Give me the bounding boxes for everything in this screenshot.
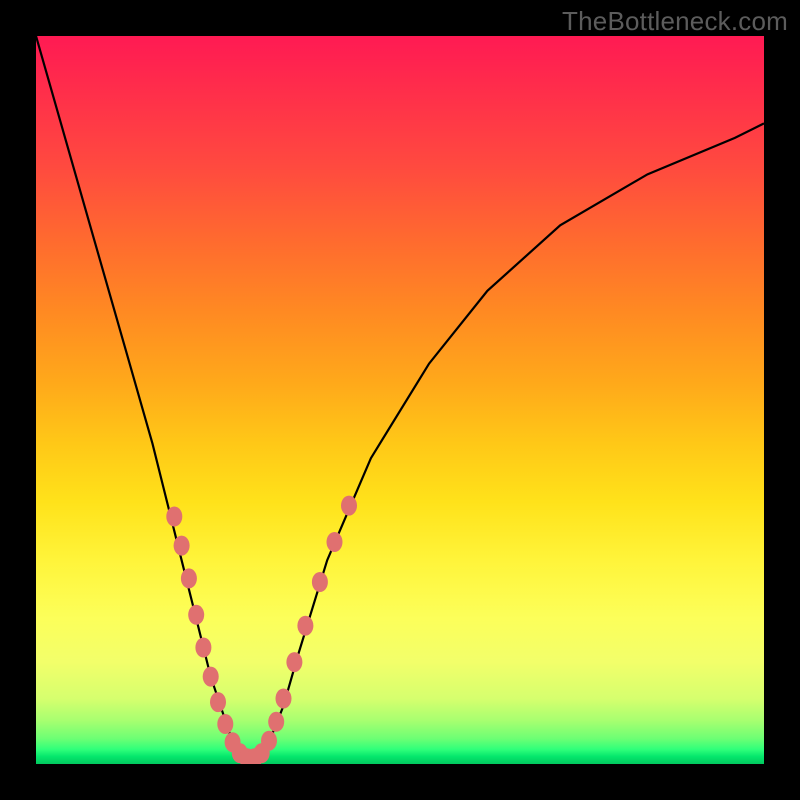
curve-marker [312, 572, 328, 592]
plot-area [36, 36, 764, 764]
chart-frame: TheBottleneck.com [0, 0, 800, 800]
bottleneck-curve [36, 36, 764, 760]
curve-marker [268, 712, 284, 732]
curve-marker [327, 532, 343, 552]
curve-marker [217, 714, 233, 734]
curve-marker [195, 638, 211, 658]
curve-marker [297, 616, 313, 636]
curve-marker [166, 507, 182, 527]
curve-marker [210, 692, 226, 712]
chart-svg [36, 36, 764, 764]
curve-markers [166, 496, 357, 764]
curve-marker [341, 496, 357, 516]
curve-marker [261, 731, 277, 751]
curve-marker [181, 568, 197, 588]
curve-marker [188, 605, 204, 625]
curve-marker [203, 667, 219, 687]
curve-marker [276, 689, 292, 709]
curve-marker [174, 536, 190, 556]
watermark-text: TheBottleneck.com [562, 6, 788, 37]
curve-marker [286, 652, 302, 672]
